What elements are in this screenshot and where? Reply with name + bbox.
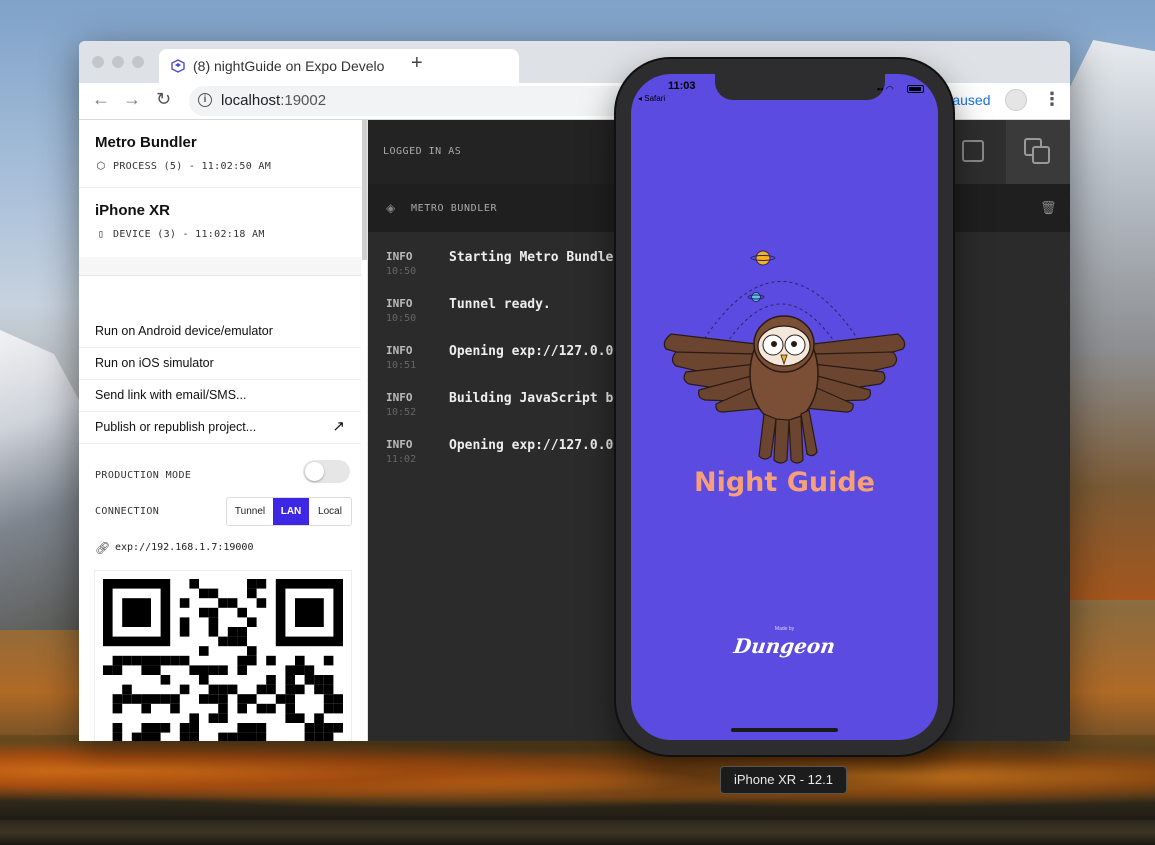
log-level: INFO <box>386 250 413 263</box>
device-status: ▯ DEVICE (3) - 11:02:18 AM <box>95 229 265 240</box>
device-section[interactable]: iPhone XR ▯ DEVICE (3) - 11:02:18 AM <box>79 188 361 258</box>
new-tab-button[interactable]: + <box>411 52 423 75</box>
log-level: INFO <box>386 391 413 404</box>
phone-notch <box>715 74 885 100</box>
reload-icon[interactable]: ↻ <box>156 89 171 110</box>
minimize-window-button[interactable] <box>112 56 124 68</box>
log-message: Building JavaScript bu <box>449 391 622 406</box>
trash-icon[interactable]: 🗑︎ <box>1040 200 1057 216</box>
run-android-label: Run on Android device/emulator <box>95 324 273 338</box>
log-time: 10:50 <box>386 266 417 277</box>
log-level: INFO <box>386 297 413 310</box>
status-time: 11:03 <box>668 80 696 92</box>
log-message: Starting Metro Bundle <box>449 250 614 265</box>
desktop-mountain-right <box>1060 40 1155 600</box>
log-level: INFO <box>386 344 413 357</box>
qr-code <box>95 571 351 741</box>
back-arrow-icon[interactable]: ← <box>92 89 110 110</box>
browser-tab[interactable]: (8) nightGuide on Expo Develo <box>159 49 519 83</box>
dungeon-logo: Dungeon <box>732 634 837 658</box>
simulator-label: iPhone XR - 12.1 <box>720 766 847 794</box>
device-status-text: DEVICE (3) - 11:02:18 AM <box>113 229 265 240</box>
split-pane-button[interactable] <box>1006 120 1070 184</box>
desktop-mountain-left <box>0 330 90 630</box>
battery-icon <box>907 85 924 93</box>
phone-screen[interactable]: 11:03 ◂ Safari ▪▪ ◠ Night Guide Made by … <box>631 74 938 740</box>
connection-segmented-control: Tunnel LAN Local <box>226 497 352 526</box>
log-panel-title: METRO BUNDLER <box>411 203 498 214</box>
copy-icon-front <box>1032 146 1050 164</box>
bundler-status-text: PROCESS (5) - 11:02:50 AM <box>113 161 272 172</box>
sidebar-scrollbar[interactable] <box>362 120 367 260</box>
layers-icon: ◈ <box>386 201 396 215</box>
exp-url[interactable]: exp://192.168.1.7:19000 <box>115 542 253 553</box>
run-ios-label: Run on iOS simulator <box>95 356 214 370</box>
send-link-button[interactable]: Send link with email/SMS... <box>79 380 361 412</box>
app-title: Night Guide <box>694 467 875 498</box>
bundler-section[interactable]: Metro Bundler ⬡ PROCESS (5) - 11:02:50 AM <box>79 120 361 188</box>
send-link-label: Send link with email/SMS... <box>95 388 247 402</box>
log-time: 10:52 <box>386 407 417 418</box>
bundler-status: ⬡ PROCESS (5) - 11:02:50 AM <box>95 161 271 172</box>
avatar-icon[interactable] <box>1005 89 1027 111</box>
desktop-lake <box>0 820 1155 845</box>
desktop-autumn-trees <box>0 735 1155 825</box>
expo-favicon-icon <box>171 59 185 73</box>
tab-title: (8) nightGuide on Expo Develo <box>193 58 385 74</box>
log-time: 11:02 <box>386 454 417 465</box>
iphone-simulator: 11:03 ◂ Safari ▪▪ ◠ Night Guide Made by … <box>616 59 953 755</box>
device-title: iPhone XR <box>95 202 171 219</box>
log-message: Tunnel ready. <box>449 297 551 312</box>
log-time: 10:50 <box>386 313 417 324</box>
close-window-button[interactable] <box>92 56 104 68</box>
connection-local-button[interactable]: Local <box>309 498 351 525</box>
link-icon: 🔗︎ <box>95 541 111 555</box>
cube-icon: ⬡ <box>96 161 106 172</box>
url-text: localhost:19002 <box>221 92 326 109</box>
kebab-menu-icon[interactable]: ⋮ <box>1043 89 1061 110</box>
log-time: 10:51 <box>386 360 417 371</box>
made-by-label: Made by <box>774 626 795 632</box>
forward-arrow-icon[interactable]: → <box>123 89 141 110</box>
log-message: Opening exp://127.0.0. <box>449 438 622 453</box>
owl-illustration <box>663 250 906 464</box>
bundler-title: Metro Bundler <box>95 134 197 151</box>
home-indicator[interactable] <box>731 728 838 732</box>
connection-label: CONNECTION <box>95 506 160 517</box>
production-mode-label: PRODUCTION MODE <box>95 470 192 481</box>
back-to-safari[interactable]: ◂ Safari <box>638 94 665 103</box>
url-host: localhost <box>221 92 281 109</box>
logged-in-label: LOGGED IN AS <box>383 146 462 157</box>
production-mode-toggle[interactable] <box>303 460 350 483</box>
publish-button[interactable]: Publish or republish project... ↗ <box>79 412 361 444</box>
publish-label: Publish or republish project... <box>95 420 257 434</box>
run-ios-button[interactable]: Run on iOS simulator <box>79 348 361 380</box>
run-android-button[interactable]: Run on Android device/emulator <box>79 316 361 348</box>
log-message: Opening exp://127.0.0. <box>449 344 622 359</box>
sidebar-spacer <box>79 257 361 276</box>
connection-lan-button[interactable]: LAN <box>273 498 309 525</box>
info-icon[interactable]: i <box>198 93 212 107</box>
log-level: INFO <box>386 438 413 451</box>
square-icon <box>962 140 984 162</box>
qr-code-image <box>103 579 343 741</box>
signal-wifi-icon: ▪▪ ◠ <box>877 84 894 94</box>
url-port: :19002 <box>280 92 327 109</box>
external-arrow-icon: ↗ <box>332 418 345 435</box>
connection-tunnel-button[interactable]: Tunnel <box>227 498 273 525</box>
zoom-window-button[interactable] <box>132 56 144 68</box>
phone-icon: ▯ <box>97 229 105 240</box>
expo-sidebar: Metro Bundler ⬡ PROCESS (5) - 11:02:50 AM… <box>79 120 368 741</box>
